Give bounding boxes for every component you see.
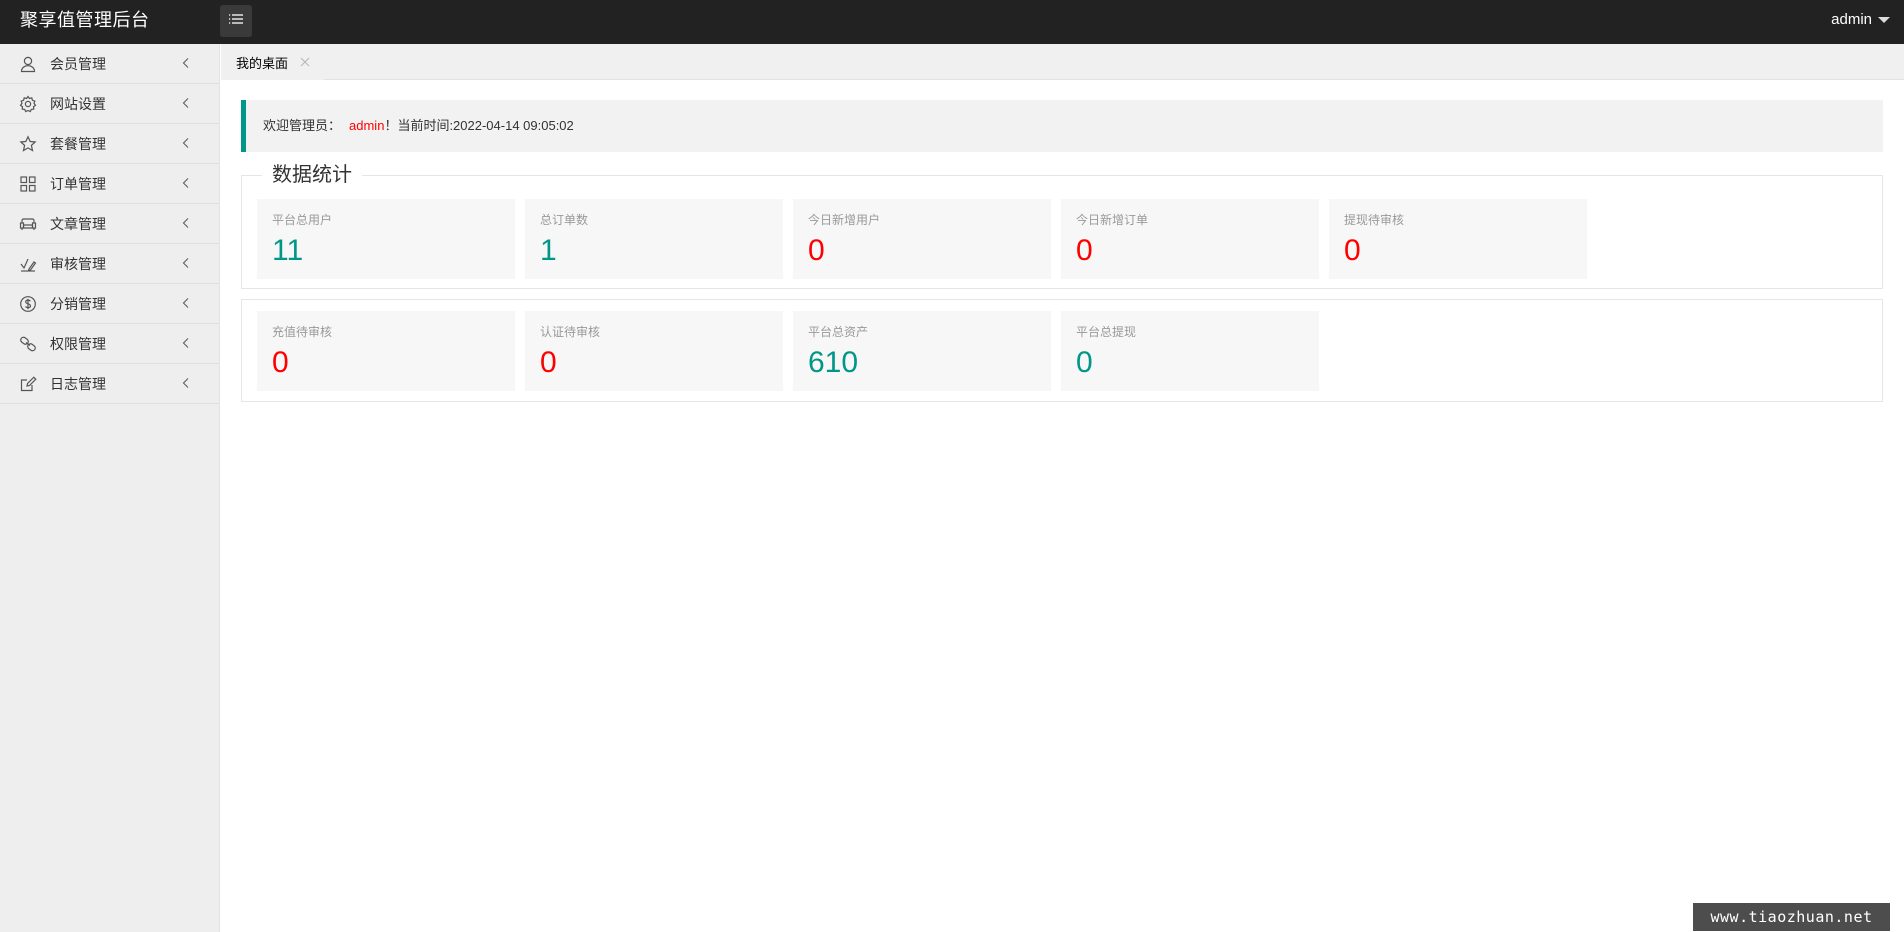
sidebar-item-articles[interactable]: 文章管理 bbox=[0, 204, 219, 244]
welcome-banner: 欢迎管理员： admin！当前时间:2022-04-14 09:05:02 bbox=[241, 100, 1883, 152]
caret-down-icon bbox=[1878, 17, 1890, 23]
stats-panel-1: 数据统计 平台总用户 11 总订单数 1 今日新增用户 0 今日新增订单 0 提… bbox=[241, 163, 1883, 289]
sidebar-item-label: 套餐管理 bbox=[50, 136, 106, 152]
stat-label: 平台总资产 bbox=[808, 325, 869, 339]
stat-label: 总订单数 bbox=[540, 213, 589, 227]
sidebar-item-distribution[interactable]: 分销管理 bbox=[0, 284, 219, 324]
stat-value: 610 bbox=[808, 346, 859, 379]
chevron-left-icon bbox=[180, 377, 192, 389]
grid-icon bbox=[19, 175, 37, 193]
chevron-left-icon bbox=[180, 97, 192, 109]
stat-value: 11 bbox=[272, 234, 304, 267]
stat-label: 平台总提现 bbox=[1076, 325, 1137, 339]
stat-card-new-users-today[interactable]: 今日新增用户 0 bbox=[793, 199, 1051, 279]
tab-my-desktop[interactable]: 我的桌面 bbox=[221, 44, 325, 80]
stat-label: 认证待审核 bbox=[540, 325, 601, 339]
sidebar-item-label: 日志管理 bbox=[50, 376, 106, 392]
chevron-left-icon bbox=[180, 217, 192, 229]
stat-card-total-withdrawn[interactable]: 平台总提现 0 bbox=[1061, 311, 1319, 391]
stat-label: 提现待审核 bbox=[1344, 213, 1405, 227]
gear-icon bbox=[19, 95, 37, 113]
stat-label: 今日新增订单 bbox=[1076, 213, 1149, 227]
sidebar-item-label: 会员管理 bbox=[50, 56, 106, 72]
menu-toggle-button[interactable] bbox=[220, 5, 252, 37]
link-icon bbox=[19, 335, 37, 353]
stat-card-verify-pending[interactable]: 认证待审核 0 bbox=[525, 311, 783, 391]
sidebar-item-label: 分销管理 bbox=[50, 296, 106, 312]
edit-icon bbox=[19, 375, 37, 393]
stat-label: 充值待审核 bbox=[272, 325, 333, 339]
sidebar-item-label: 权限管理 bbox=[50, 336, 106, 352]
dollar-icon bbox=[19, 295, 37, 313]
stat-value: 0 bbox=[1344, 234, 1361, 267]
chevron-left-icon bbox=[180, 177, 192, 189]
chevron-left-icon bbox=[180, 257, 192, 269]
stat-card-new-orders-today[interactable]: 今日新增订单 0 bbox=[1061, 199, 1319, 279]
main-content: 欢迎管理员： admin！当前时间:2022-04-14 09:05:02 数据统… bbox=[221, 81, 1904, 932]
stat-card-total-assets[interactable]: 平台总资产 610 bbox=[793, 311, 1051, 391]
sidebar-item-label: 审核管理 bbox=[50, 256, 106, 272]
list-icon bbox=[227, 10, 245, 33]
app-title: 聚享值管理后台 bbox=[20, 10, 150, 30]
tab-label: 我的桌面 bbox=[236, 55, 289, 71]
watermark: www.tiaozhuan.net bbox=[1693, 903, 1890, 931]
stat-value: 1 bbox=[540, 234, 557, 267]
stat-card-total-orders[interactable]: 总订单数 1 bbox=[525, 199, 783, 279]
stat-card-recharge-pending[interactable]: 充值待审核 0 bbox=[257, 311, 515, 391]
close-icon[interactable] bbox=[300, 57, 310, 67]
sidebar-item-logs[interactable]: 日志管理 bbox=[0, 364, 219, 404]
tab-bar: 我的桌面 bbox=[221, 44, 1904, 80]
stat-label: 今日新增用户 bbox=[808, 213, 881, 227]
sidebar-item-permissions[interactable]: 权限管理 bbox=[0, 324, 219, 364]
stat-card-total-users[interactable]: 平台总用户 11 bbox=[257, 199, 515, 279]
stat-label: 平台总用户 bbox=[272, 213, 333, 227]
user-icon bbox=[19, 55, 37, 73]
stat-card-withdraw-pending[interactable]: 提现待审核 0 bbox=[1329, 199, 1587, 279]
stat-value: 0 bbox=[272, 346, 289, 379]
sidebar-item-site-settings[interactable]: 网站设置 bbox=[0, 84, 219, 124]
top-bar: 聚享值管理后台 admin bbox=[0, 0, 1904, 44]
sofa-icon bbox=[19, 215, 37, 233]
sidebar-item-review[interactable]: 审核管理 bbox=[0, 244, 219, 284]
sidebar-item-orders[interactable]: 订单管理 bbox=[0, 164, 219, 204]
welcome-prefix: 欢迎管理员： bbox=[263, 118, 342, 133]
star-icon bbox=[19, 135, 37, 153]
user-menu[interactable]: admin bbox=[1831, 0, 1890, 40]
sidebar: 会员管理 网站设置 套餐管理 订单管理 文章管理 审核管理 分销管理 权限管理 … bbox=[0, 44, 220, 932]
sidebar-item-members[interactable]: 会员管理 bbox=[0, 44, 219, 84]
user-name: admin bbox=[1831, 11, 1872, 28]
stats-panel-2: 充值待审核 0 认证待审核 0 平台总资产 610 平台总提现 0 bbox=[241, 299, 1883, 402]
welcome-user: admin bbox=[349, 118, 385, 133]
stat-value: 0 bbox=[540, 346, 557, 379]
chevron-left-icon bbox=[180, 57, 192, 69]
sidebar-item-label: 订单管理 bbox=[50, 176, 106, 192]
stat-value: 0 bbox=[808, 234, 825, 267]
welcome-time: ！当前时间:2022-04-14 09:05:02 bbox=[384, 118, 574, 133]
stat-value: 0 bbox=[1076, 234, 1093, 267]
chevron-left-icon bbox=[180, 137, 192, 149]
sidebar-item-label: 文章管理 bbox=[50, 216, 106, 232]
sidebar-item-label: 网站设置 bbox=[50, 96, 106, 112]
check-pen-icon bbox=[19, 255, 37, 273]
chevron-left-icon bbox=[180, 337, 192, 349]
stats-legend: 数据统计 bbox=[262, 163, 362, 187]
stat-value: 0 bbox=[1076, 346, 1093, 379]
chevron-left-icon bbox=[180, 297, 192, 309]
sidebar-item-packages[interactable]: 套餐管理 bbox=[0, 124, 219, 164]
